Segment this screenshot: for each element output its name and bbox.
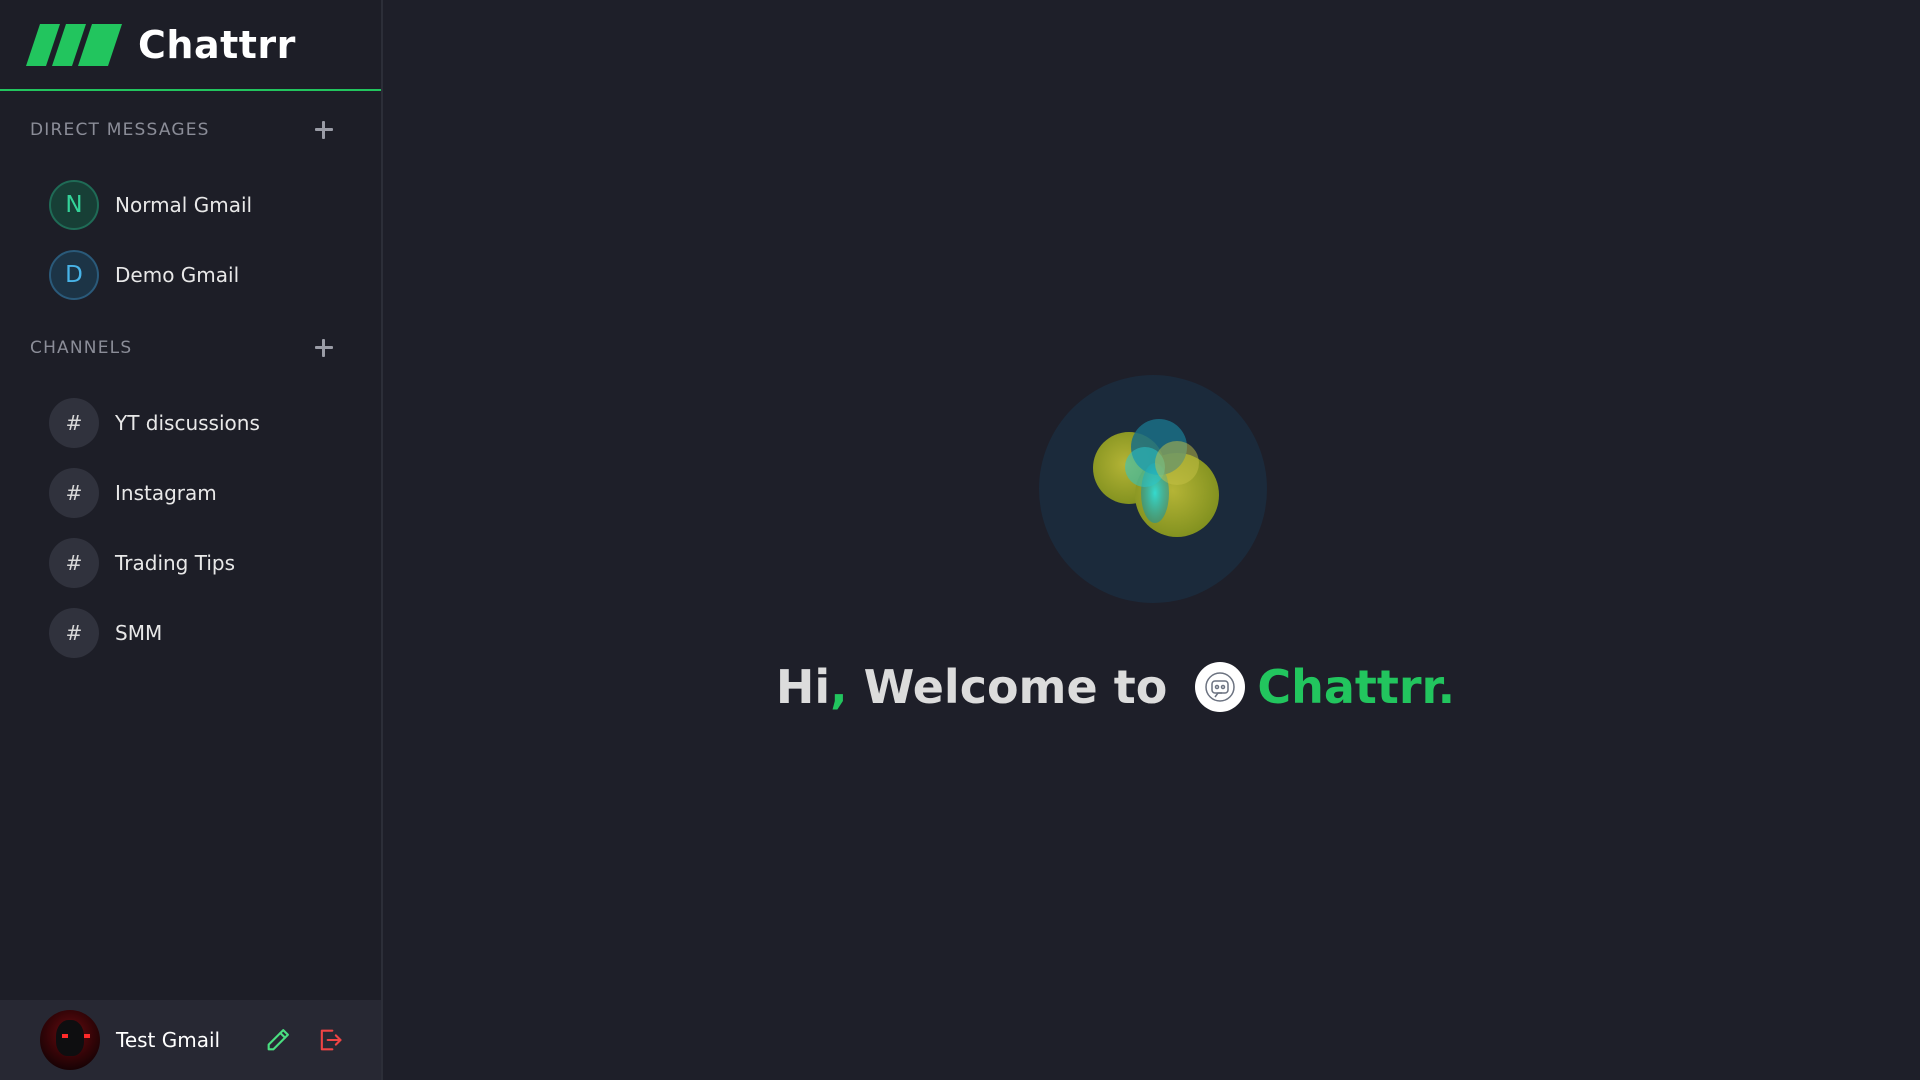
hash-icon: #	[49, 538, 99, 588]
channel-item-label: Trading Tips	[115, 551, 236, 575]
brand-name: Chattrr	[138, 22, 296, 67]
channel-item-label: SMM	[115, 621, 163, 645]
add-direct-message-button[interactable]	[315, 121, 333, 139]
welcome-heading: Hi , Welcome to Chattrr.	[383, 660, 1920, 714]
brand-header: Chattrr	[0, 0, 381, 91]
hash-icon: #	[49, 608, 99, 658]
hero-blobs	[1093, 419, 1219, 537]
welcome-middle: Welcome to	[847, 660, 1184, 714]
pencil-icon[interactable]	[264, 1026, 292, 1054]
brand-logo-icon	[26, 23, 122, 66]
channel-item-label: YT discussions	[115, 411, 260, 435]
chat-bot-icon	[1195, 662, 1246, 712]
channels-title: CHANNELS	[30, 338, 133, 358]
dm-item-demo-gmail[interactable]: D Demo Gmail	[0, 250, 381, 300]
channels-header: CHANNELS	[0, 330, 381, 366]
main-panel: Hi , Welcome to Chattrr.	[383, 0, 1920, 1080]
direct-messages-header: DIRECT MESSAGES	[0, 112, 381, 148]
dm-item-normal-gmail[interactable]: N Normal Gmail	[0, 180, 381, 230]
dm-item-label: Normal Gmail	[115, 193, 253, 217]
welcome-prefix: Hi	[775, 660, 831, 714]
hash-icon: #	[49, 398, 99, 448]
hash-icon: #	[49, 468, 99, 518]
channel-item-instagram[interactable]: # Instagram	[0, 468, 381, 518]
channel-item-trading-tips[interactable]: # Trading Tips	[0, 538, 381, 588]
sidebar: Chattrr DIRECT MESSAGES N Normal Gmail D…	[0, 0, 383, 1080]
app-root: Chattrr DIRECT MESSAGES N Normal Gmail D…	[0, 0, 1920, 1080]
welcome-brand: Chattrr.	[1257, 660, 1456, 714]
hero-orb-icon	[1039, 375, 1267, 603]
direct-messages-title: DIRECT MESSAGES	[30, 120, 210, 140]
avatar: D	[49, 250, 99, 300]
user-name: Test Gmail	[116, 1028, 221, 1052]
welcome-comma: ,	[830, 660, 848, 714]
dm-item-label: Demo Gmail	[115, 263, 240, 287]
channel-item-smm[interactable]: # SMM	[0, 608, 381, 658]
channel-item-yt-discussions[interactable]: # YT discussions	[0, 398, 381, 448]
user-footer: Test Gmail	[0, 1000, 381, 1080]
channel-item-label: Instagram	[115, 481, 217, 505]
avatar: N	[49, 180, 99, 230]
add-channel-button[interactable]	[315, 339, 333, 357]
user-avatar[interactable]	[40, 1010, 100, 1070]
logout-icon[interactable]	[316, 1026, 344, 1054]
